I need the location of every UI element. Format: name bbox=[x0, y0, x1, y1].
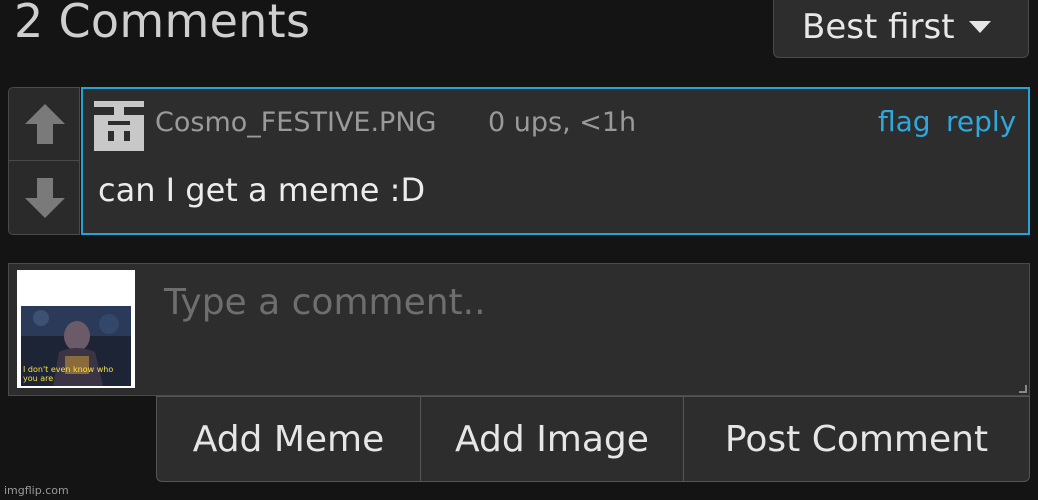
compose-actions: Add Meme Add Image Post Comment bbox=[156, 396, 1030, 482]
comment-count: 2 Comments bbox=[14, 0, 311, 48]
comment-username[interactable]: Cosmo_FESTIVE.PNG bbox=[155, 107, 436, 138]
comment-text: can I get a meme :D bbox=[98, 171, 426, 209]
post-comment-button[interactable]: Post Comment bbox=[684, 396, 1030, 482]
comment-input[interactable]: Type a comment.. bbox=[164, 282, 486, 323]
avatar-meme-image: I don't even know who you are bbox=[21, 306, 131, 386]
caret-down-icon bbox=[968, 21, 991, 33]
comment-compose-box[interactable]: I don't even know who you are Type a com… bbox=[8, 263, 1030, 396]
vote-divider bbox=[9, 160, 79, 161]
resize-handle-icon[interactable] bbox=[1019, 385, 1027, 393]
sort-label: Best first bbox=[802, 7, 955, 47]
current-user-avatar: I don't even know who you are bbox=[17, 270, 135, 388]
comment: Cosmo_FESTIVE.PNG 0 ups, <1h flag reply … bbox=[8, 87, 1030, 235]
user-avatar-icon[interactable] bbox=[92, 97, 146, 153]
comment-body: Cosmo_FESTIVE.PNG 0 ups, <1h flag reply … bbox=[81, 87, 1030, 235]
vote-column bbox=[8, 87, 80, 235]
add-image-button[interactable]: Add Image bbox=[421, 396, 684, 482]
add-meme-button[interactable]: Add Meme bbox=[156, 396, 421, 482]
downvote-icon[interactable] bbox=[23, 176, 67, 220]
flag-link[interactable]: flag bbox=[878, 105, 931, 138]
reply-link[interactable]: reply bbox=[946, 105, 1016, 138]
sort-dropdown[interactable]: Best first bbox=[773, 0, 1029, 58]
comment-meta: 0 ups, <1h bbox=[488, 107, 637, 138]
upvote-icon[interactable] bbox=[23, 102, 67, 146]
watermark: imgflip.com bbox=[4, 484, 69, 497]
avatar-meme-caption: I don't even know who you are bbox=[23, 365, 114, 383]
